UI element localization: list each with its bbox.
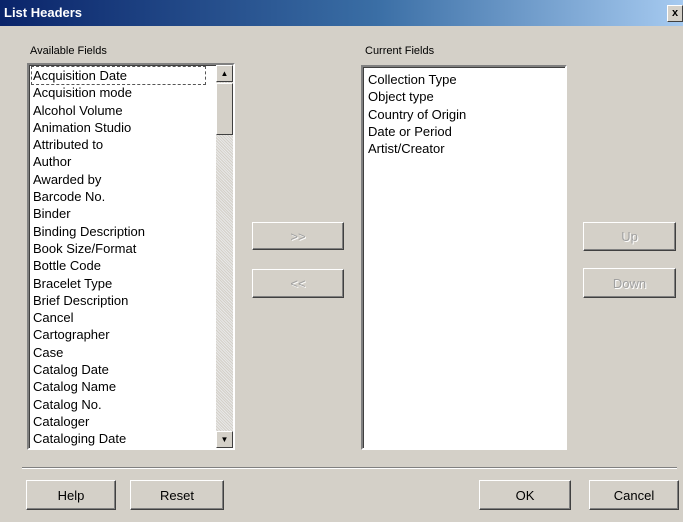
help-button[interactable]: Help: [26, 480, 116, 510]
remove-field-button[interactable]: <<: [252, 269, 344, 298]
list-headers-dialog: List Headers x Available Fields Current …: [0, 0, 683, 522]
available-field-item[interactable]: Binder: [32, 205, 205, 222]
available-field-item[interactable]: Cartographer: [32, 326, 205, 343]
available-fields-scrollbar[interactable]: ▲ ▼: [216, 65, 233, 448]
available-field-item[interactable]: Acquisition Date: [31, 65, 206, 86]
available-field-item[interactable]: Awarded by: [32, 171, 205, 188]
available-field-item[interactable]: Binding Description: [32, 223, 205, 240]
move-down-button[interactable]: Down: [583, 268, 676, 298]
available-field-item[interactable]: Case: [32, 344, 205, 361]
available-field-item[interactable]: Cataloger: [32, 413, 205, 430]
current-field-item[interactable]: Object type: [367, 88, 466, 105]
available-field-item[interactable]: Author: [32, 153, 205, 170]
available-field-item[interactable]: Cataloging Date: [32, 430, 205, 447]
scroll-down-arrow-icon[interactable]: ▼: [216, 431, 233, 448]
available-field-item[interactable]: Attributed to: [32, 136, 205, 153]
add-field-button[interactable]: >>: [252, 222, 344, 250]
current-fields-list[interactable]: Collection Type Object type Country of Ori…: [361, 65, 567, 450]
available-field-item[interactable]: Bracelet Type: [32, 275, 205, 292]
ok-button[interactable]: OK: [479, 480, 571, 510]
current-fields-label: Current Fields: [365, 45, 435, 57]
cancel-button[interactable]: Cancel: [589, 480, 679, 510]
window-title: List Headers: [4, 5, 83, 20]
available-field-item[interactable]: Catalog No.: [32, 396, 205, 413]
current-field-item[interactable]: Artist/Creator: [367, 140, 466, 157]
available-field-item[interactable]: Brief Description: [32, 292, 205, 309]
title-bar[interactable]: List Headers x: [0, 0, 683, 26]
available-field-item[interactable]: Bottle Code: [32, 257, 205, 274]
available-field-item[interactable]: Catalog Name: [32, 378, 205, 395]
available-fields-label: Available Fields: [30, 45, 107, 57]
scroll-thumb[interactable]: [216, 83, 233, 135]
available-fields-list[interactable]: Acquisition Date Acquisition mode Alcohol …: [27, 63, 235, 450]
available-field-item[interactable]: Catalog Date: [32, 361, 205, 378]
move-up-button[interactable]: Up: [583, 222, 676, 251]
available-field-item[interactable]: Cancel: [32, 309, 205, 326]
close-button[interactable]: x: [667, 5, 683, 22]
footer-divider: [22, 467, 677, 469]
current-field-item[interactable]: Collection Type: [367, 71, 466, 88]
current-field-item[interactable]: Date or Period: [367, 123, 466, 140]
available-field-item[interactable]: Acquisition mode: [32, 84, 205, 101]
available-field-item[interactable]: Alcohol Volume: [32, 102, 205, 119]
current-field-item[interactable]: Country of Origin: [367, 106, 466, 123]
available-field-item[interactable]: Animation Studio: [32, 119, 205, 136]
available-field-item[interactable]: Book Size/Format: [32, 240, 205, 257]
reset-button[interactable]: Reset: [130, 480, 224, 510]
available-field-item[interactable]: Barcode No.: [32, 188, 205, 205]
scroll-up-arrow-icon[interactable]: ▲: [216, 65, 233, 82]
